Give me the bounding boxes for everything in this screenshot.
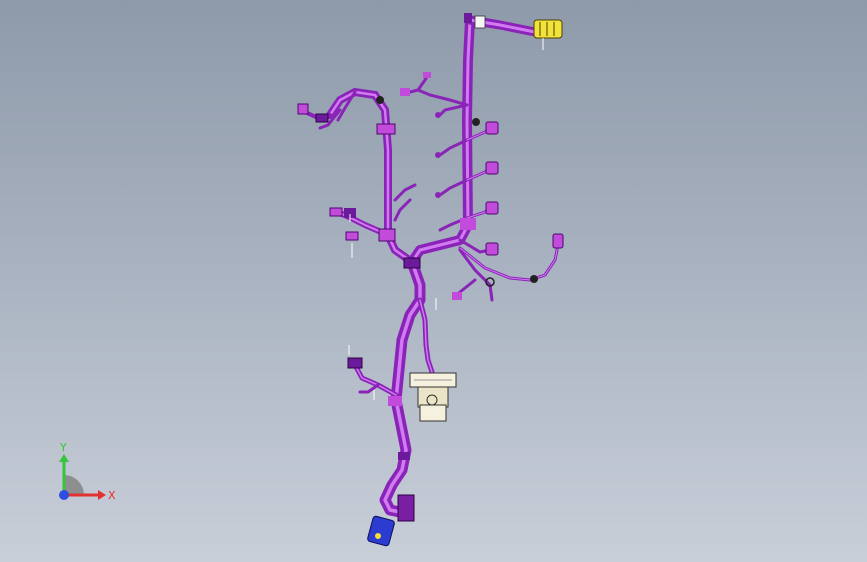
left-connector-c[interactable] (329, 207, 343, 217)
injector-connector-1[interactable] (485, 121, 499, 135)
small-plug-1[interactable] (435, 152, 441, 158)
ground-lug-trunk[interactable] (472, 118, 480, 126)
yellow-connector[interactable] (533, 19, 563, 50)
trunk-clip[interactable] (460, 218, 476, 230)
injector-connector-3[interactable] (485, 201, 499, 215)
loop-clip-2[interactable] (378, 228, 396, 242)
bottom-grommet[interactable] (397, 494, 415, 522)
top-left-connector[interactable] (400, 88, 410, 96)
junction-block[interactable] (403, 257, 421, 269)
x-axis-label: X (108, 489, 116, 502)
y-axis-label: Y (59, 441, 67, 454)
ground-lug-top[interactable] (376, 96, 384, 104)
injector-branches[interactable] (408, 73, 560, 302)
small-plug-3[interactable] (435, 112, 441, 118)
left-connector-a[interactable] (297, 103, 309, 115)
top-bend-clip[interactable] (464, 13, 472, 23)
lower-clip-1[interactable] (388, 396, 402, 406)
injector-connector-4[interactable] (485, 242, 499, 256)
y-axis-arrowhead (59, 454, 69, 462)
left-connector-b[interactable] (315, 113, 329, 123)
sensor-connector-mid[interactable] (452, 292, 462, 300)
small-plug-2[interactable] (435, 192, 441, 198)
sensor-connector-right[interactable] (552, 233, 564, 249)
top-small-connector[interactable] (423, 72, 431, 78)
x-axis-arrowhead (98, 490, 106, 500)
blue-connector[interactable] (367, 515, 395, 547)
loop-clip-1[interactable] (376, 123, 396, 135)
lower-clip-2[interactable] (398, 452, 410, 460)
graphics-viewport[interactable]: X Y (0, 0, 867, 562)
wire-harness-model[interactable] (0, 0, 867, 562)
ecu-connector[interactable] (409, 372, 457, 422)
ground-lug-right[interactable] (530, 275, 538, 283)
lower-left-connector[interactable] (347, 357, 363, 369)
left-connector-d[interactable] (345, 231, 359, 241)
coordinate-triad: X Y (59, 441, 116, 502)
injector-connector-2[interactable] (485, 161, 499, 175)
z-axis-dot (59, 490, 69, 500)
top-clip[interactable] (474, 15, 486, 29)
